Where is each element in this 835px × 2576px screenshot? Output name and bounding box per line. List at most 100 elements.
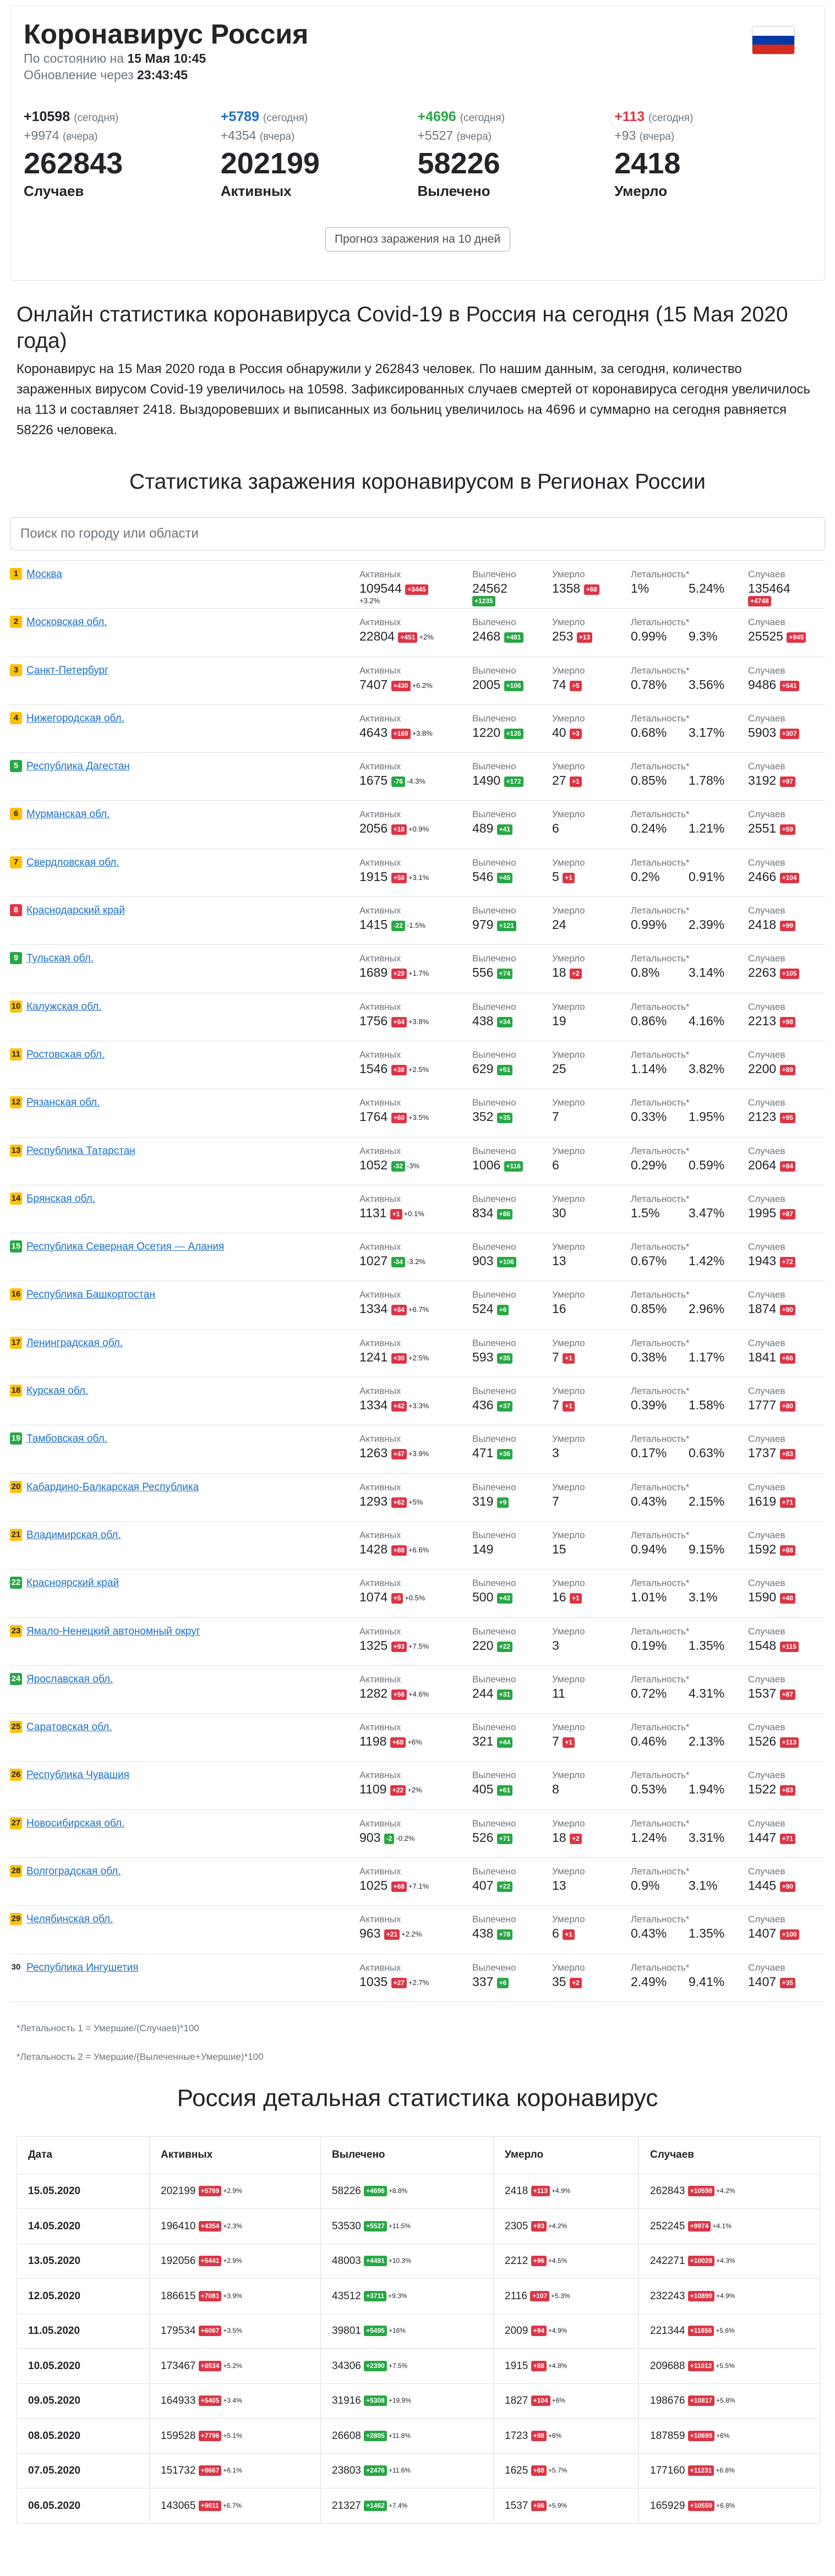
forecast-button[interactable]: Прогноз заражения на 10 дней — [325, 227, 510, 251]
daily-active-cell: 164933 +5405 +3.4% — [149, 2383, 321, 2419]
region-link[interactable]: Курская обл. — [26, 1385, 88, 1397]
cases-value: 2418 +99 — [748, 917, 795, 932]
region-link[interactable]: Республика Татарстан — [26, 1145, 135, 1157]
active-delta-badge: +430 — [391, 680, 411, 691]
region-link[interactable]: Ленинградская обл. — [26, 1337, 123, 1349]
rank-badge: 25 — [10, 1721, 22, 1733]
active-label: Активных — [359, 1434, 401, 1445]
region-link[interactable]: Нижегородская обл. — [26, 713, 124, 725]
active-delta-badge: +42 — [391, 1401, 407, 1412]
died-label: Умерло — [552, 1289, 585, 1300]
daily-died-value: 2305 — [505, 2220, 528, 2232]
col-cases: Случаев — [638, 2136, 821, 2174]
cases-label: Случаев — [748, 809, 785, 820]
daily-active-value: 192056 — [161, 2255, 196, 2267]
died-label: Умерло — [552, 1722, 585, 1733]
search-input[interactable] — [10, 517, 825, 550]
region-link[interactable]: Брянская обл. — [26, 1193, 95, 1205]
lethality-label: Летальность* — [631, 1193, 690, 1204]
region-link[interactable]: Ярославская обл. — [26, 1673, 113, 1686]
online-title: Онлайн статистика коронавируса Covid-19 … — [17, 303, 788, 353]
region-link[interactable]: Саратовская обл. — [26, 1721, 112, 1733]
stat-today: +10598 — [24, 109, 70, 124]
cases-delta-badge: +90 — [779, 1882, 795, 1893]
region-link[interactable]: Калужская обл. — [26, 1001, 101, 1013]
recovered-number: 220 — [472, 1638, 494, 1653]
region-link[interactable]: Ямало-Ненецкий автономный округ — [26, 1626, 200, 1638]
region-link[interactable]: Владимирская обл. — [26, 1529, 121, 1541]
lethality-label: Летальность* — [631, 761, 690, 772]
region-link[interactable]: Республика Северная Осетия — Алания — [26, 1241, 224, 1253]
died-value: 1358 +68 — [552, 581, 599, 596]
region-link[interactable]: Тульская обл. — [26, 953, 94, 965]
region-link[interactable]: Московская обл. — [26, 616, 107, 628]
region-link[interactable]: Краснодарский край — [26, 905, 125, 917]
region-link[interactable]: Ростовская обл. — [26, 1049, 105, 1061]
recovered-label: Вылечено — [472, 1434, 516, 1445]
region-row: 3 Санкт-Петербург Активных 7407 +430 +6.2% Вы… — [10, 657, 825, 705]
stat-today-line: +113 (сегодня) — [614, 108, 811, 127]
region-link[interactable]: Республика Чувашия — [26, 1769, 129, 1781]
region-link[interactable]: Республика Дагестан — [26, 761, 130, 773]
region-row: 5 Республика Дагестан Активных 1675 -76 -4.3… — [10, 753, 825, 801]
died-value: 3 — [552, 1638, 585, 1653]
died-label: Умерло — [552, 713, 585, 724]
cases-cell: Случаев 2418 +99 — [748, 905, 795, 932]
daily-died-percent: +4.5% — [548, 2257, 567, 2265]
cases-cell: Случаев 25525 +945 — [748, 616, 806, 644]
cases-delta-badge: +945 — [787, 632, 806, 643]
region-link[interactable]: Красноярский край — [26, 1577, 119, 1589]
cases-cell: Случаев 1592 +88 — [748, 1529, 795, 1557]
active-percent: +7.1% — [408, 1882, 429, 1891]
region-link[interactable]: Свердловская обл. — [26, 857, 119, 869]
cases-value: 1447 +71 — [748, 1830, 795, 1845]
cases-cell: Случаев 1445 +90 — [748, 1866, 795, 1893]
region-link[interactable]: Рязанская обл. — [26, 1097, 100, 1109]
region-link[interactable]: Республика Башкортостан — [26, 1289, 155, 1301]
cases-cell: Случаев 2064 +84 — [748, 1145, 795, 1173]
daily-died-value: 1723 — [505, 2430, 528, 2442]
daily-died-percent: +5.7% — [548, 2466, 567, 2475]
cases-value: 1592 +88 — [748, 1541, 795, 1557]
lethality-1: 1% — [631, 581, 650, 595]
daily-died-delta-badge: +88 — [531, 2465, 547, 2476]
region-link[interactable]: Тамбовская обл. — [26, 1433, 107, 1445]
summary-card: Коронавирус Россия По состоянию на 15 Ма… — [10, 6, 825, 281]
recovered-value: 1490 +172 — [472, 773, 523, 788]
daily-died-delta-badge: +98 — [531, 2430, 547, 2441]
cases-value: 5903 +307 — [748, 725, 799, 740]
cases-number: 1447 — [748, 1830, 777, 1845]
lethality-1: 0.9% — [631, 1878, 660, 1893]
cases-cell: Случаев 2466 +104 — [748, 857, 799, 884]
recovered-value: 438 +78 — [472, 1926, 516, 1941]
lethality-1: 0.99% — [631, 629, 667, 644]
region-link[interactable]: Мурманская обл. — [26, 808, 110, 821]
died-number: 16 — [552, 1590, 566, 1605]
active-label: Активных — [359, 857, 401, 868]
region-link[interactable]: Челябинская обл. — [26, 1913, 113, 1926]
rank-badge: 7 — [10, 856, 22, 868]
daily-active-delta-badge: +4354 — [198, 2220, 222, 2232]
recovered-cell: Вылечено 438 +78 — [472, 1913, 516, 1941]
recovered-number: 556 — [472, 965, 494, 980]
stat-yesterday-label: (вчера) — [259, 131, 295, 143]
recovered-label: Вылечено — [472, 1962, 516, 1973]
lethality-label: Летальность* — [631, 1626, 690, 1637]
died-delta-badge: +68 — [583, 584, 599, 595]
recovered-value: 2468 +481 — [472, 628, 523, 644]
daily-active-delta-badge: +8534 — [198, 2360, 222, 2371]
region-link[interactable]: Кабардино-Балкарская Республика — [26, 1481, 199, 1494]
region-link[interactable]: Санкт-Петербург — [26, 665, 108, 677]
daily-rec-cell: 39801 +5495 +16% — [320, 2313, 494, 2349]
active-number: 109544 — [359, 581, 402, 595]
died-cell: Умерло 6 — [552, 1145, 585, 1173]
active-label: Активных — [359, 761, 401, 772]
daily-cases-cell: 177160 +11231 +6.8% — [638, 2453, 821, 2489]
active-percent: +0.9% — [408, 825, 429, 834]
region-link[interactable]: Москва — [26, 568, 62, 581]
region-link[interactable]: Республика Ингушетия — [26, 1962, 139, 1974]
region-link[interactable]: Волгоградская обл. — [26, 1866, 121, 1878]
lethality-2-cell: 2.39% — [689, 905, 724, 932]
lethality-spacer — [689, 1385, 724, 1397]
region-link[interactable]: Новосибирская обл. — [26, 1818, 124, 1830]
